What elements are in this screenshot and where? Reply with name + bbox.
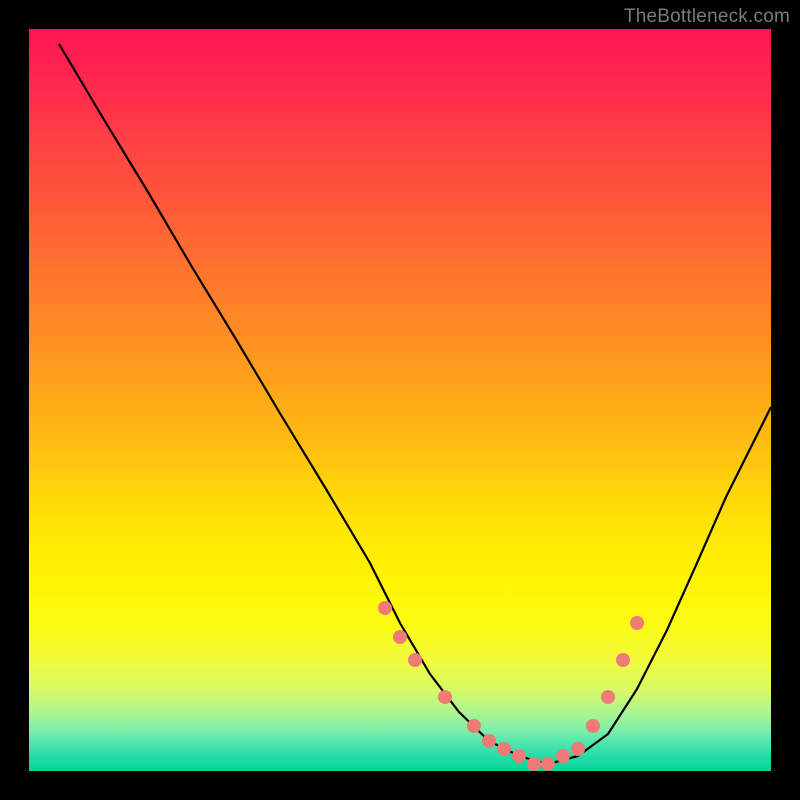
watermark-text: TheBottleneck.com <box>624 6 790 28</box>
highlight-dots <box>378 601 644 771</box>
plot-area <box>29 29 771 771</box>
chart-frame: TheBottleneck.com <box>0 0 800 800</box>
bottleneck-curve <box>29 29 771 771</box>
